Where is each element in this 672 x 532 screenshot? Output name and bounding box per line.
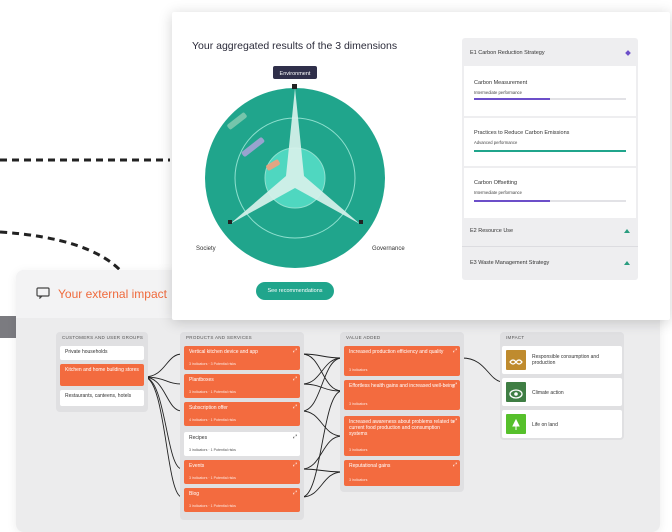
performance-fill <box>474 200 550 202</box>
product-card[interactable]: Recipes ⤢ 3 indicators · 1 Potential risk… <box>184 432 300 456</box>
item-name: Carbon Measurement <box>474 80 528 86</box>
expand-icon[interactable]: ⤢ <box>293 462 297 468</box>
value-name: Increased awareness about problems relat… <box>349 419 455 437</box>
product-meta: 3 indicators · 1 Potential risks <box>189 504 236 508</box>
customers-column: Customers and user groups Private househ… <box>56 332 148 412</box>
products-column: Products and services Vertical kitchen d… <box>180 332 304 520</box>
expand-icon[interactable]: ⤢ <box>453 418 457 424</box>
item-name: Practices to Reduce Carbon Emissions <box>474 130 570 136</box>
divider <box>462 246 638 247</box>
product-name: Recipes <box>189 435 208 441</box>
product-card[interactable]: Events ⤢ 3 indicators · 1 Potential risks <box>184 460 300 484</box>
product-name: Vertical kitchen device and app <box>189 349 258 355</box>
results-title: Your aggregated results of the 3 dimensi… <box>192 40 398 52</box>
chevron-up-icon[interactable] <box>624 261 630 265</box>
value-meta: 3 indicators <box>349 368 368 372</box>
expand-icon[interactable]: ⤢ <box>293 376 297 382</box>
product-meta: 3 indicators · 1 Potential risks <box>189 476 236 480</box>
customer-label: Restaurants, canteens, hotels <box>65 393 132 399</box>
customers-column-label: Customers and user groups <box>62 335 144 340</box>
product-meta: 3 indicators · 1 Potential risks <box>189 448 236 452</box>
product-name: Plantboxes <box>189 377 214 383</box>
expand-icon[interactable]: ⤢ <box>293 348 297 354</box>
product-name: Blog <box>189 491 200 497</box>
performance-fill <box>474 150 626 152</box>
sdg-card[interactable]: Climate action <box>502 378 622 406</box>
expand-icon[interactable]: ⤢ <box>293 434 297 440</box>
products-column-label: Products and services <box>186 335 252 340</box>
value-card[interactable]: Reputational gains ⤢ 3 indicators <box>344 460 460 486</box>
performance-bar <box>474 150 626 152</box>
item-level: Intermediate performance <box>474 190 522 195</box>
customer-label: Kitchen and home building stores <box>65 367 139 373</box>
society-label: Society <box>196 246 216 252</box>
value-card[interactable]: Effortless health gains and increased we… <box>344 380 460 410</box>
strategy-item[interactable]: Carbon Offsetting Intermediate performan… <box>464 168 636 218</box>
environment-label: Environment <box>280 71 311 77</box>
governance-marker <box>359 220 363 224</box>
strategy-item[interactable]: Practices to Reduce Carbon Emissions Adv… <box>464 118 636 166</box>
value-meta: 3 indicators <box>349 402 368 406</box>
performance-bar <box>474 98 626 100</box>
sdg-15-icon <box>506 414 526 434</box>
strategy-item[interactable]: Carbon Measurement Intermediate performa… <box>464 66 636 116</box>
item-name: Carbon Offsetting <box>474 180 518 186</box>
impact-column: Impact Responsible consumption and produ… <box>500 332 624 440</box>
sdg-card[interactable]: Life on land <box>502 410 622 438</box>
value-name: Increased production efficiency and qual… <box>349 349 444 355</box>
strategy-header-e2[interactable]: E2 Resource Use <box>470 228 638 234</box>
environment-marker <box>292 84 297 89</box>
customer-card[interactable]: Private households <box>60 346 144 360</box>
product-card[interactable]: Plantboxes ⤢ 3 indicators · 1 Potential r… <box>184 374 300 398</box>
value-card[interactable]: Increased production efficiency and qual… <box>344 346 460 376</box>
value-added-column-label: Value added <box>346 335 381 340</box>
sdg-label: Responsible consumption and production <box>532 354 599 366</box>
radar-chart: Environment Society Governance <box>196 66 405 268</box>
item-level: Intermediate performance <box>474 90 522 95</box>
product-name: Events <box>189 463 205 469</box>
sdg-12-icon <box>506 350 526 370</box>
customer-label: Private households <box>65 349 108 355</box>
governance-label: Governance <box>372 246 405 252</box>
product-name: Subscription offer <box>189 405 228 411</box>
value-card[interactable]: Increased awareness about problems relat… <box>344 416 460 456</box>
expand-icon[interactable]: ⤢ <box>453 462 457 468</box>
expand-icon[interactable]: ⤢ <box>453 348 457 354</box>
sdg-label: Life on land <box>532 422 558 428</box>
product-meta: 3 indicators · 3 Potential risks <box>189 362 236 366</box>
value-added-column: Value added Increased production efficie… <box>340 332 464 492</box>
society-marker <box>228 220 232 224</box>
product-meta: 4 indicators · 1 Potential risks <box>189 418 236 422</box>
customer-card[interactable]: Restaurants, canteens, hotels <box>60 390 144 406</box>
expand-icon[interactable]: ⤢ <box>293 404 297 410</box>
sdg-13-icon <box>506 382 526 402</box>
sdg-label: Climate action <box>532 390 564 396</box>
aggregated-results-panel: Your aggregated results of the 3 dimensi… <box>172 12 670 320</box>
value-meta: 3 indicators <box>349 448 368 452</box>
product-meta: 3 indicators · 1 Potential risks <box>189 390 236 394</box>
strategy-header-e3[interactable]: E3 Waste Management Strategy <box>470 260 638 266</box>
impact-column-label: Impact <box>506 335 525 340</box>
expand-icon[interactable]: ⤢ <box>293 490 297 496</box>
strategy-list: E1 Carbon Reduction Strategy Carbon Meas… <box>462 38 638 280</box>
value-name: Effortless health gains and increased we… <box>349 383 455 389</box>
strategy-header-e1[interactable]: E1 Carbon Reduction Strategy <box>470 50 638 56</box>
expand-icon[interactable]: ⤢ <box>453 382 457 388</box>
product-card[interactable]: Subscription offer ⤢ 4 indicators · 1 Pot… <box>184 402 300 426</box>
product-card[interactable]: Blog ⤢ 3 indicators · 1 Potential risks <box>184 488 300 512</box>
sdg-card[interactable]: Responsible consumption and production <box>502 346 622 374</box>
value-name: Reputational gains <box>349 463 391 469</box>
performance-bar <box>474 200 626 202</box>
product-card[interactable]: Vertical kitchen device and app ⤢ 3 indic… <box>184 346 300 370</box>
item-level: Advanced performance <box>474 140 518 145</box>
value-meta: 3 indicators <box>349 478 368 482</box>
see-recommendations-button[interactable]: See recommendations <box>256 282 334 300</box>
chevron-up-icon[interactable] <box>624 229 630 233</box>
customer-card[interactable]: Kitchen and home building stores <box>60 364 144 386</box>
performance-fill <box>474 98 550 100</box>
